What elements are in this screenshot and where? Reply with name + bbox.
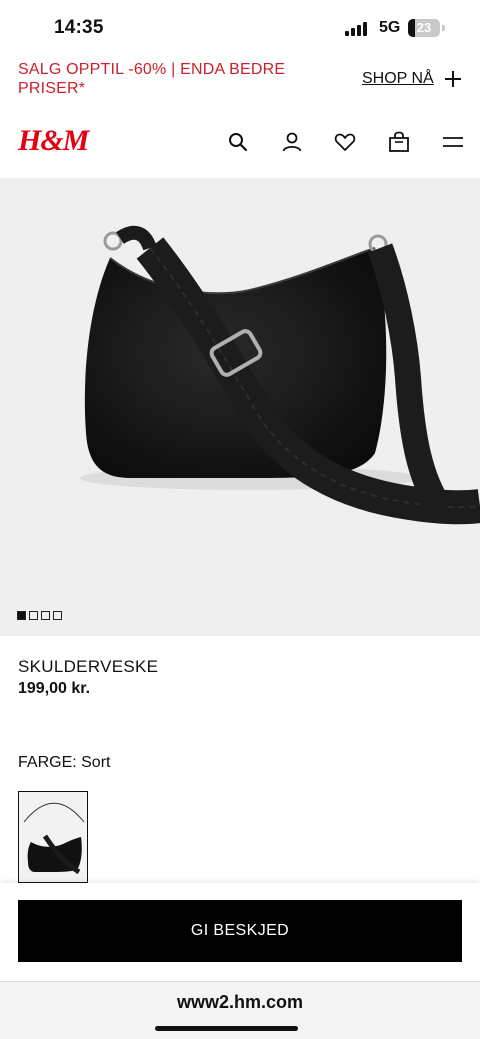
swatch-bag-thumbnail (23, 802, 85, 875)
carousel-dot[interactable] (29, 611, 38, 620)
notify-bar: GI BESKJED (0, 883, 480, 981)
image-carousel-indicator[interactable] (17, 611, 65, 621)
carousel-dot[interactable] (53, 611, 62, 620)
home-indicator[interactable] (155, 1026, 298, 1031)
notify-me-button[interactable]: GI BESKJED (18, 900, 462, 962)
shop-now-link[interactable]: SHOP NÅ (362, 70, 434, 88)
favorites-heart-icon[interactable] (333, 130, 357, 154)
menu-icon[interactable] (441, 130, 465, 154)
url-text[interactable]: www2.hm.com (0, 992, 480, 1013)
battery-icon: 23 (408, 19, 440, 37)
shopping-bag-icon[interactable] (387, 130, 411, 154)
color-swatch-black[interactable] (18, 791, 88, 883)
cellular-signal-icon (345, 22, 371, 36)
battery-tip (442, 25, 445, 31)
status-bar: 14:35 5G 23 (0, 0, 480, 56)
account-icon[interactable] (280, 130, 304, 154)
product-price: 199,00 kr. (18, 680, 91, 697)
carousel-dot[interactable] (17, 611, 26, 620)
plus-icon[interactable] (444, 70, 462, 88)
shoulder-bag-illustration (80, 225, 480, 525)
color-label: FARGE: Sort (18, 754, 111, 771)
site-header: H&M (0, 110, 480, 176)
browser-address-bar[interactable]: www2.hm.com (0, 981, 480, 1039)
battery-percent: 23 (416, 20, 432, 35)
product-image[interactable] (0, 178, 480, 636)
status-time: 14:35 (54, 17, 104, 38)
hm-logo[interactable]: H&M (18, 124, 89, 158)
product-name: SKULDERVESKE (18, 657, 159, 676)
carousel-dot[interactable] (41, 611, 50, 620)
search-icon[interactable] (226, 130, 250, 154)
network-type: 5G (379, 19, 401, 36)
promo-banner[interactable]: SALG OPPTIL -60% | ENDA BEDRE PRISER* SH… (0, 56, 480, 104)
promo-text[interactable]: SALG OPPTIL -60% | ENDA BEDRE PRISER* (18, 60, 318, 98)
